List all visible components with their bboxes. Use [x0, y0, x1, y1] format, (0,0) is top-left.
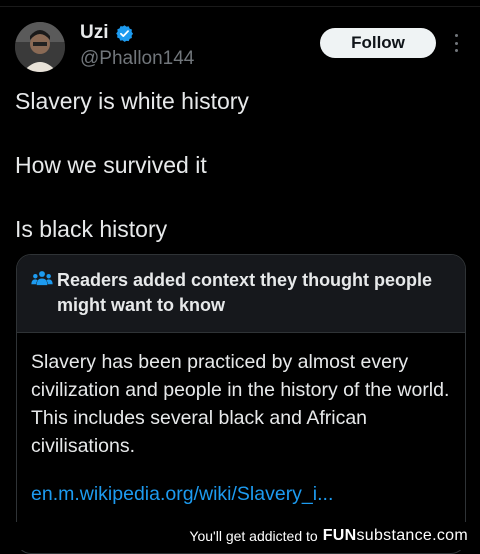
more-options-icon[interactable]: [451, 30, 461, 56]
footer-tagline: You'll get addicted to: [189, 528, 318, 544]
display-name[interactable]: Uzi: [80, 22, 109, 44]
funsubstance-logo[interactable]: FUNsubstance.com: [323, 527, 468, 545]
community-notes-icon: [31, 271, 53, 286]
verified-badge-icon: [115, 24, 133, 42]
community-note-header: Readers added context they thought peopl…: [17, 255, 465, 333]
community-note-card[interactable]: Readers added context they thought peopl…: [16, 254, 466, 554]
tweet-text-line-2: How we survived it: [15, 152, 207, 178]
avatar-photo: [15, 22, 65, 72]
follow-button[interactable]: Follow: [320, 28, 436, 58]
community-note-link[interactable]: en.m.wikipedia.org/wiki/Slavery_i...: [31, 483, 333, 506]
watermark-footer: You'll get addicted to FUNsubstance.com: [0, 522, 480, 550]
community-note-body: Slavery has been practiced by almost eve…: [31, 351, 450, 457]
tweet-text-line-1: Slavery is white history: [15, 88, 249, 114]
avatar[interactable]: [15, 22, 65, 72]
tweet-text-line-3: Is black history: [15, 216, 168, 242]
top-divider: [0, 0, 480, 7]
user-handle[interactable]: @Phallon144: [80, 48, 194, 70]
community-note-title: Readers added context they thought peopl…: [57, 270, 433, 315]
